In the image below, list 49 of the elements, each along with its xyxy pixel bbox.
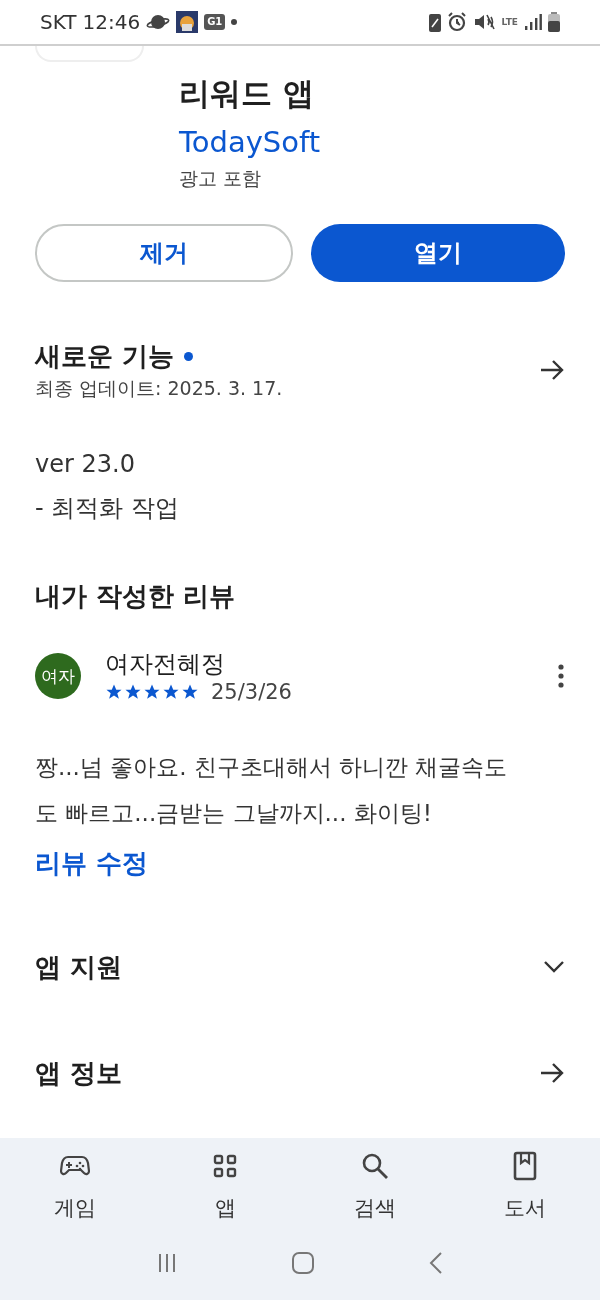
chevron-down-icon[interactable]: [543, 960, 565, 974]
avatar: 여자: [35, 653, 81, 699]
signal-icon: [524, 13, 542, 31]
gamepad-icon: [60, 1154, 90, 1178]
clock: 12:46: [82, 10, 141, 34]
back-icon[interactable]: [429, 1251, 443, 1275]
review-text: 짱...넘 좋아요. 친구초대해서 하니깐 채굴속도도 빠르고...금받는 그날까지... 화이팅!: [34, 753, 509, 828]
release-note: - 최적화 작업: [35, 493, 180, 524]
mute-icon: [473, 12, 496, 32]
ads-notice: 광고 포함: [179, 166, 263, 191]
star-icon: [181, 683, 199, 701]
update-date: 최종 업데이트: 2025. 3. 17.: [35, 376, 284, 401]
nav-tab[interactable]: 앱: [150, 1146, 300, 1226]
game-avatar-icon: [176, 11, 199, 33]
battery-icon: [548, 12, 560, 32]
carrier: SKT: [40, 10, 77, 34]
battery-saver-icon: [429, 12, 442, 32]
book-icon: [513, 1151, 537, 1181]
alarm-icon: [447, 12, 468, 32]
section-title[interactable]: 앱 정보: [35, 1055, 539, 1091]
reviewer-name: 여자전혜정: [105, 649, 226, 680]
arrow-right-icon[interactable]: [539, 359, 565, 381]
nav-tab[interactable]: 게임: [0, 1146, 150, 1226]
section-title: 새로운 기능: [35, 340, 175, 373]
network-type: LTE: [501, 17, 518, 27]
dot-icon: [231, 19, 238, 25]
more-options-icon[interactable]: [557, 664, 565, 688]
star-icon: [105, 683, 123, 701]
star-icon: [124, 683, 142, 701]
release-note: ver 23.0: [35, 449, 136, 480]
edit-review-link[interactable]: 리뷰 수정: [35, 846, 149, 881]
developer-link[interactable]: TodaySoft: [179, 120, 321, 164]
uninstall-button[interactable]: 제거: [35, 224, 293, 282]
review-date: 25/3/26: [211, 680, 292, 704]
planet-icon: [146, 13, 171, 31]
nav-tab[interactable]: 도서: [450, 1146, 600, 1226]
arrow-right-icon[interactable]: [539, 1062, 565, 1084]
star-icon: [162, 683, 180, 701]
open-button[interactable]: 열기: [311, 224, 565, 282]
section-title: 내가 작성한 리뷰: [35, 580, 236, 613]
nav-tab[interactable]: 검색: [300, 1146, 450, 1226]
notification-badge: G1: [204, 14, 226, 30]
home-icon[interactable]: [291, 1251, 315, 1275]
app-title: 리워드 앱: [179, 74, 315, 113]
apps-grid-icon: [213, 1154, 237, 1178]
recent-apps-icon[interactable]: [157, 1253, 177, 1273]
section-title[interactable]: 앱 지원: [35, 949, 543, 985]
search-icon: [361, 1152, 389, 1180]
star-icon: [143, 683, 161, 701]
